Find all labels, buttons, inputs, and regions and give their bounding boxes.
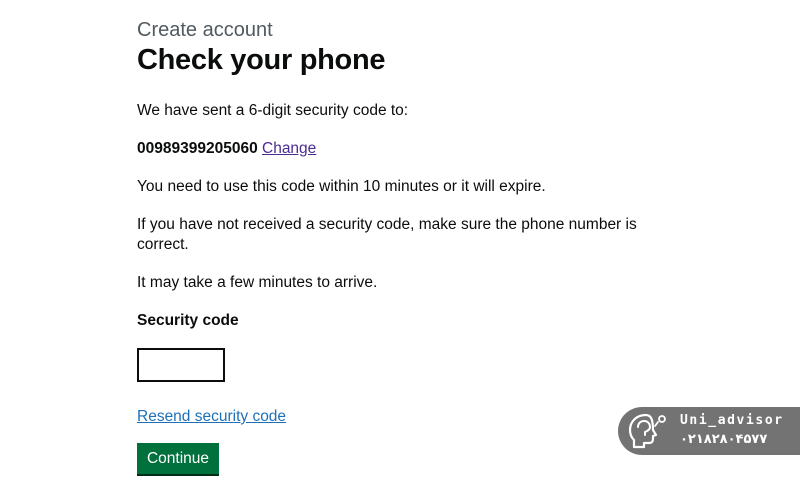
change-phone-link[interactable]: Change bbox=[262, 140, 316, 157]
security-code-input[interactable] bbox=[137, 348, 225, 382]
main-content: Create account Check your phone We have … bbox=[137, 18, 637, 474]
not-received-text: If you have not received a security code… bbox=[137, 216, 637, 253]
sent-code-text: We have sent a 6-digit security code to: bbox=[137, 102, 409, 119]
page: Create account Check your phone We have … bbox=[0, 0, 800, 500]
page-caption: Create account bbox=[137, 19, 273, 41]
security-code-label: Security code bbox=[137, 312, 239, 329]
watermark-badge: Uni_advisor ۰۲۱۸۲۸۰۴۵۷۷ bbox=[618, 407, 800, 455]
expire-text: You need to use this code within 10 minu… bbox=[137, 178, 546, 195]
phone-number: 00989399205060 bbox=[137, 140, 258, 157]
page-title: Check your phone bbox=[137, 44, 386, 76]
phone-number-line: 00989399205060 Change bbox=[137, 139, 637, 159]
arrive-text: It may take a few minutes to arrive. bbox=[137, 274, 378, 291]
continue-button[interactable]: Continue bbox=[137, 443, 219, 474]
watermark-name: Uni_advisor bbox=[680, 413, 784, 428]
head-silhouette-icon bbox=[628, 413, 666, 449]
resend-code-link[interactable]: Resend security code bbox=[137, 407, 286, 427]
watermark-phone: ۰۲۱۸۲۸۰۴۵۷۷ bbox=[680, 432, 768, 447]
